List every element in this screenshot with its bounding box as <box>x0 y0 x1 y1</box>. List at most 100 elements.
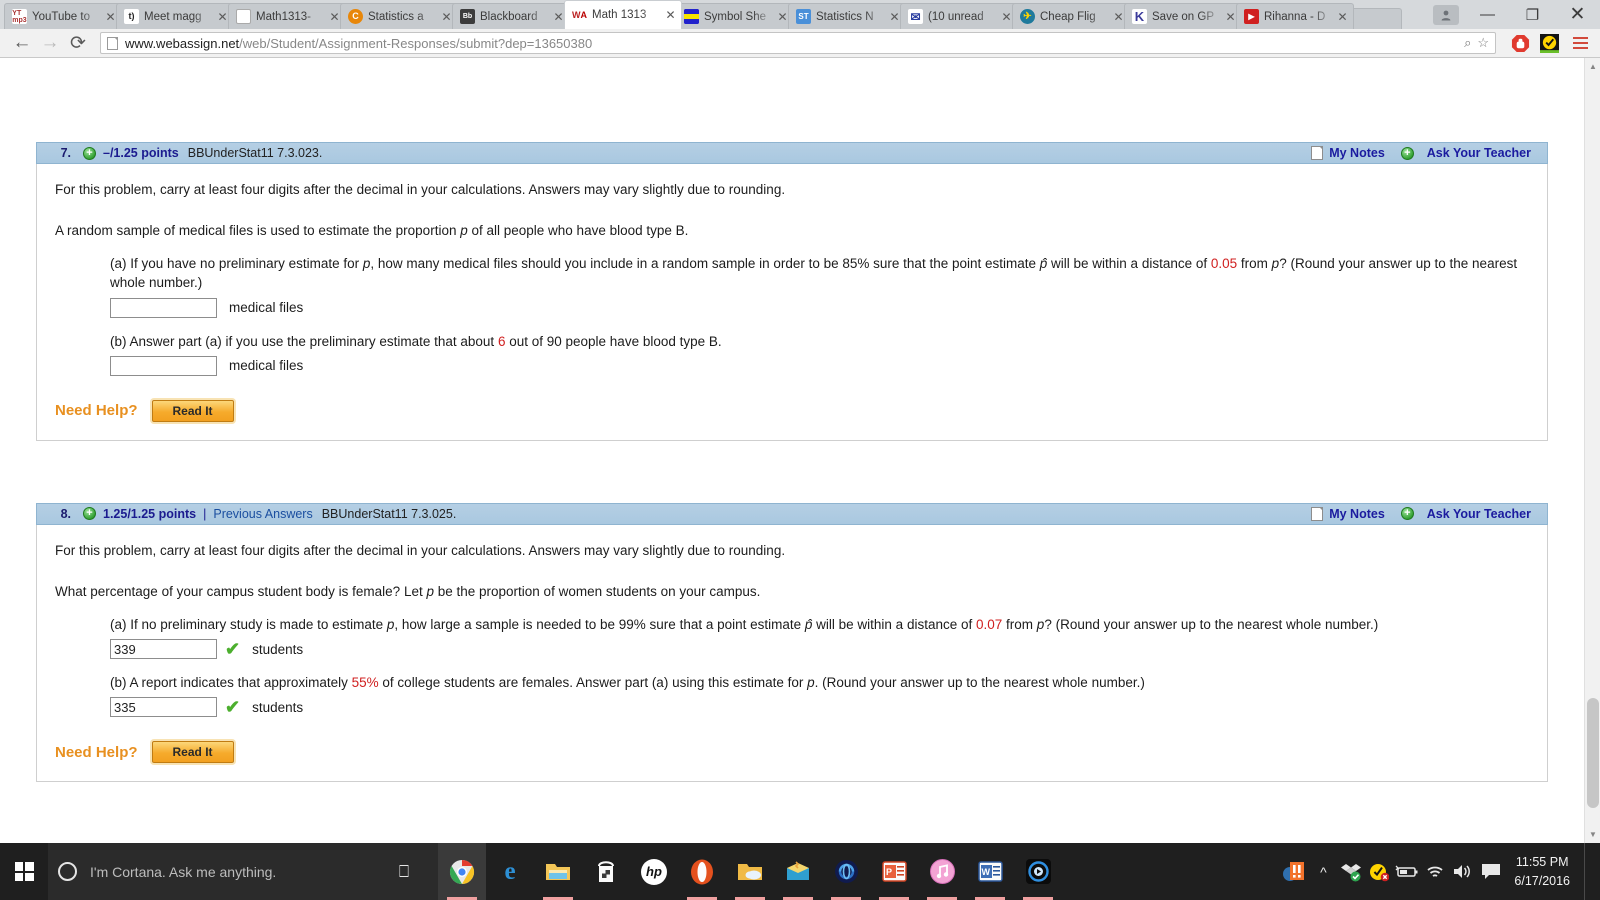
task-view-button[interactable]: ⎕ <box>380 843 428 900</box>
cortana-search-box[interactable]: I'm Cortana. Ask me anything. ⎕ <box>48 843 438 900</box>
browser-tab[interactable]: ✉ (10 unread ✕ <box>900 3 1018 29</box>
taskbar-app-edge[interactable]: e <box>486 843 534 900</box>
rounding-note: For this problem, carry at least four di… <box>55 542 786 558</box>
user-avatar[interactable] <box>1433 4 1459 25</box>
answer-input-8a[interactable] <box>110 639 217 660</box>
dropbox-icon[interactable] <box>1338 843 1364 900</box>
taskbar-app-support-assistant[interactable] <box>822 843 870 900</box>
need-help-label: Need Help? <box>55 743 138 761</box>
powerpoint-icon: P <box>880 858 908 886</box>
taskbar-app-powerpoint[interactable]: P <box>870 843 918 900</box>
tab-title: Blackboard <box>480 10 538 23</box>
answer-unit: students <box>252 699 304 715</box>
ask-your-teacher-link[interactable]: Ask Your Teacher <box>1427 146 1531 160</box>
taskbar-app-file-explorer[interactable] <box>534 843 582 900</box>
maximize-button[interactable]: ❐ <box>1510 0 1555 29</box>
show-hidden-icons-chevron[interactable]: ^ <box>1310 843 1336 900</box>
browser-tab[interactable]: Bb Blackboard ✕ <box>452 3 570 29</box>
meetme-icon: t) <box>124 9 139 24</box>
ask-your-teacher-link[interactable]: Ask Your Teacher <box>1427 507 1531 521</box>
taskbar-app-opera[interactable] <box>678 843 726 900</box>
scrollbar-thumb[interactable] <box>1587 698 1599 808</box>
answer-input-7b[interactable] <box>110 355 217 376</box>
reload-button[interactable]: ⟳ <box>64 30 92 56</box>
tab-close-icon[interactable]: ✕ <box>1336 11 1349 23</box>
expand-plus-icon[interactable]: + <box>83 507 96 521</box>
ask-teacher-plus-icon[interactable]: + <box>1400 146 1414 160</box>
read-it-button[interactable]: Read It <box>151 741 234 764</box>
browser-tab[interactable]: t) Meet magg ✕ <box>116 3 234 29</box>
browser-tab[interactable]: YT mp3 YouTube to ✕ <box>4 3 122 29</box>
close-window-button[interactable]: ✕ <box>1555 0 1600 29</box>
start-button[interactable] <box>0 843 48 900</box>
note-icon[interactable] <box>1311 146 1324 160</box>
part-text-2: of college students are females. Answer … <box>378 675 808 691</box>
ask-teacher-plus-icon[interactable]: + <box>1400 507 1414 521</box>
forward-button[interactable]: → <box>36 30 64 56</box>
action-center-icon[interactable] <box>1478 843 1504 900</box>
hp-icon: hp <box>641 858 667 885</box>
norton-icon[interactable] <box>1366 843 1392 900</box>
my-notes-link[interactable]: My Notes <box>1329 146 1385 160</box>
browser-tab[interactable]: C Statistics a ✕ <box>340 3 458 29</box>
norton-safe-web-icon[interactable] <box>1538 32 1560 54</box>
read-it-button[interactable]: Read It <box>151 399 234 422</box>
taskbar-app-hp[interactable]: hp <box>630 843 678 900</box>
header-separator: | <box>203 506 207 521</box>
bookmark-star-icon[interactable]: ☆ <box>1477 35 1489 51</box>
mcafee-icon[interactable] <box>1282 843 1308 900</box>
support-assistant-icon <box>832 858 860 886</box>
answer-input-8b[interactable] <box>110 697 217 718</box>
scroll-down-arrow-icon[interactable]: ▼ <box>1585 826 1600 843</box>
edge-icon: e <box>504 858 516 885</box>
part-text-4: from <box>1002 617 1037 633</box>
browser-tab[interactable]: Math1313- ✕ <box>228 3 346 29</box>
volume-icon[interactable] <box>1450 843 1476 900</box>
stem-pre: A random sample of medical files is used… <box>55 223 461 239</box>
browser-tab[interactable]: ST Statistics N ✕ <box>788 3 906 29</box>
new-tab-strip-filler <box>1350 8 1402 29</box>
browser-tab[interactable]: K Save on GP ✕ <box>1124 3 1242 29</box>
wifi-icon[interactable] <box>1422 843 1448 900</box>
part-label: (b) <box>110 333 127 349</box>
taskbar-app-folder-cloud[interactable] <box>726 843 774 900</box>
note-icon[interactable] <box>1311 506 1324 521</box>
previous-answers-link[interactable]: Previous Answers <box>213 507 312 521</box>
show-desktop-button[interactable] <box>1584 843 1592 900</box>
browser-tab[interactable]: ✈ Cheap Flig ✕ <box>1012 3 1130 29</box>
my-notes-link[interactable]: My Notes <box>1329 507 1385 521</box>
taskbar-app-winzip[interactable] <box>774 843 822 900</box>
answer-unit: medical files <box>229 358 304 374</box>
scroll-up-arrow-icon[interactable]: ▲ <box>1585 58 1600 75</box>
chrome-menu-icon[interactable] <box>1568 37 1592 49</box>
browser-tab-active[interactable]: WA Math 1313 ✕ <box>564 0 682 29</box>
tab-close-icon[interactable]: ✕ <box>664 9 677 21</box>
question-points: –/1.25 points <box>103 146 179 160</box>
adblock-icon[interactable] <box>1509 32 1531 54</box>
part-b-text: (b) Answer part (a) if you use the preli… <box>110 332 1529 351</box>
clock-date: 6/17/2016 <box>1514 873 1570 888</box>
zoom-icon[interactable]: ⌕ <box>1464 35 1471 51</box>
word-icon: W <box>976 858 1004 886</box>
part-text-1: If no preliminary study is made to estim… <box>130 617 387 633</box>
taskbar-app-word[interactable]: W <box>966 843 1014 900</box>
taskbar-app-chrome[interactable] <box>438 843 486 900</box>
taskbar-clock[interactable]: 11:55 PM 6/17/2016 <box>1506 853 1582 889</box>
expand-plus-icon[interactable]: + <box>83 146 96 160</box>
answer-input-7a[interactable] <box>110 297 217 318</box>
minimize-button[interactable]: — <box>1465 0 1510 29</box>
person-icon <box>1441 10 1451 20</box>
back-button[interactable]: ← <box>8 30 36 56</box>
browser-tab[interactable]: Symbol She ✕ <box>676 3 794 29</box>
tab-title: Rihanna - D <box>1264 10 1326 23</box>
part-text-3: will be within a distance of <box>1047 256 1211 272</box>
browser-tab[interactable]: ▶ Rihanna - D ✕ <box>1236 3 1354 29</box>
battery-icon[interactable] <box>1394 843 1420 900</box>
part-text-3: will be within a distance of <box>812 617 976 633</box>
taskbar-app-windows-store[interactable] <box>582 843 630 900</box>
tab-title: (10 unread <box>928 10 984 23</box>
page-scrollbar[interactable]: ▲ ▼ <box>1584 58 1600 843</box>
address-bar[interactable]: www.webassign.net/web/Student/Assignment… <box>100 32 1496 54</box>
taskbar-app-itunes[interactable] <box>918 843 966 900</box>
taskbar-app-media-player[interactable] <box>1014 843 1062 900</box>
